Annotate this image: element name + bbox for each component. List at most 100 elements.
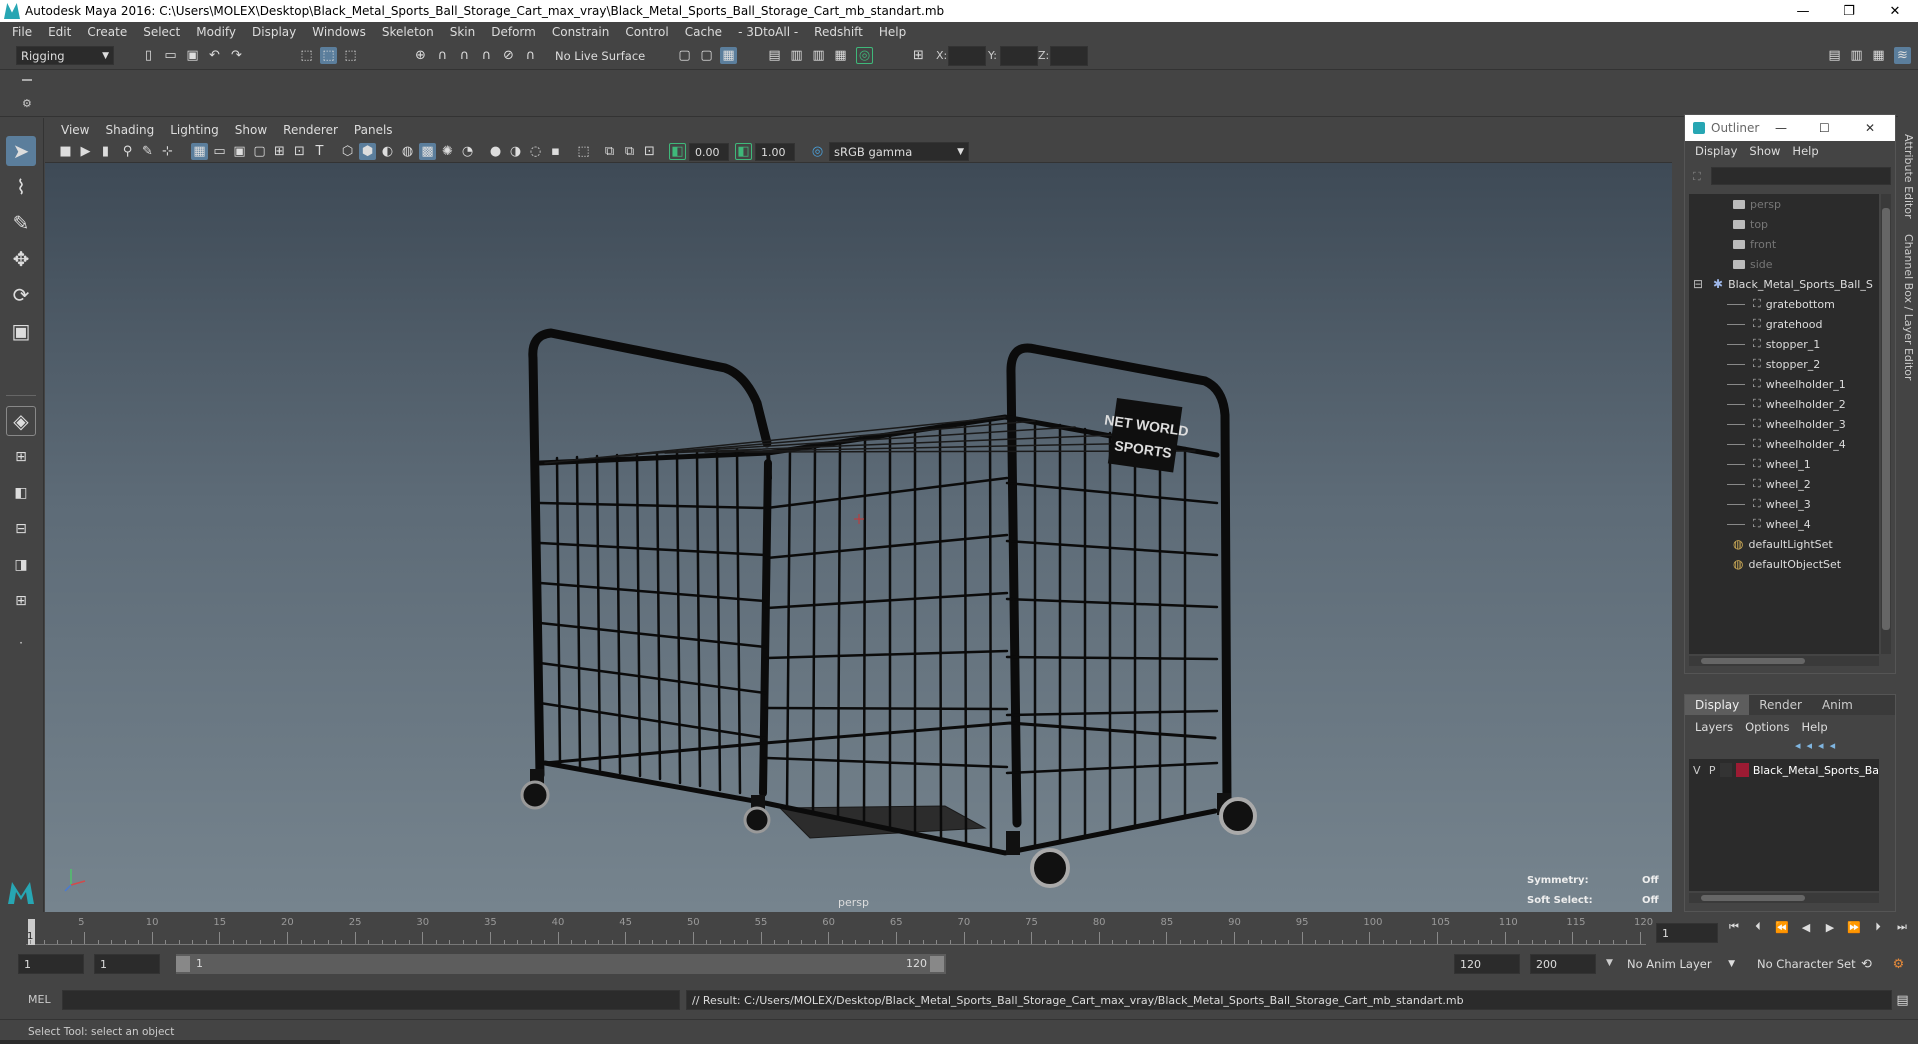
shelf-settings-icon[interactable]: ⚙ bbox=[22, 97, 32, 110]
script-editor-icon[interactable]: ▤ bbox=[1894, 992, 1911, 1009]
smooth-shade-icon[interactable]: ⬢ bbox=[359, 143, 376, 160]
lights-icon[interactable]: ✺ bbox=[439, 143, 456, 160]
select-by-component-icon[interactable]: ⬚ bbox=[342, 47, 359, 64]
chevron-down-icon[interactable]: ▼ bbox=[1606, 958, 1613, 968]
field-chart-icon[interactable]: ⊞ bbox=[271, 143, 288, 160]
outliner-item[interactable]: ⛶ wheel_3 bbox=[1727, 494, 1811, 514]
go-to-end-icon[interactable]: ⏭ bbox=[1894, 920, 1910, 934]
tab-display[interactable]: Display bbox=[1685, 695, 1750, 715]
layer-name[interactable]: Black_Metal_Sports_Ba bbox=[1753, 764, 1879, 777]
outliner-close-button[interactable]: ✕ bbox=[1865, 121, 1875, 135]
select-tool-icon[interactable]: ➤ bbox=[6, 136, 36, 166]
menu-edit[interactable]: Edit bbox=[40, 25, 79, 39]
character-set-dropdown[interactable]: No Character Set bbox=[1752, 954, 1872, 973]
viewport-menu-renderer[interactable]: Renderer bbox=[275, 123, 346, 137]
outliner-item[interactable]: ⛶ gratehood bbox=[1727, 314, 1822, 334]
animation-prefs-icon[interactable]: ⚙ bbox=[1890, 956, 1907, 973]
step-forward-icon[interactable]: ⏵ bbox=[1870, 920, 1886, 934]
textured-icon[interactable]: ▩ bbox=[419, 143, 436, 160]
range-slider[interactable]: 1 120 bbox=[176, 954, 946, 974]
anti-aliasing-icon[interactable]: ◌ bbox=[527, 143, 544, 160]
outliner-item[interactable]: ⛶ stopper_2 bbox=[1727, 354, 1820, 374]
mode-selector[interactable]: Rigging ▼ bbox=[16, 46, 114, 65]
current-frame-field[interactable]: 1 bbox=[1656, 923, 1718, 943]
ipr-render-icon[interactable]: ▥ bbox=[810, 47, 827, 64]
range-end-handle[interactable] bbox=[930, 956, 944, 972]
outliner-item[interactable]: ⛶ wheelholder_1 bbox=[1727, 374, 1846, 394]
construction-history-icon[interactable]: ▦ bbox=[720, 47, 737, 64]
render-view-icon[interactable]: ▤ bbox=[766, 47, 783, 64]
snap-grid-icon[interactable]: ⊕ bbox=[412, 47, 429, 64]
outliner-search-input[interactable] bbox=[1711, 167, 1891, 185]
animation-end-field[interactable]: 200 bbox=[1530, 954, 1596, 974]
film-gate-icon[interactable]: ▭ bbox=[211, 143, 228, 160]
snap-curve-icon[interactable]: ∩ bbox=[434, 47, 451, 64]
output-ops-icon[interactable]: ▢ bbox=[698, 47, 715, 64]
animation-start-field[interactable]: 1 bbox=[18, 954, 84, 974]
snap-live-icon[interactable]: ∩ bbox=[522, 47, 539, 64]
menu-select[interactable]: Select bbox=[135, 25, 188, 39]
outliner-item[interactable]: ⛶ gratebottom bbox=[1727, 294, 1835, 314]
outliner-filter-icon[interactable]: ⛶ bbox=[1693, 170, 1701, 184]
xray-icon[interactable]: ⧉ bbox=[601, 143, 618, 160]
four-view-layout-icon[interactable]: ⊞ bbox=[6, 442, 36, 472]
menu-redshift[interactable]: Redshift bbox=[806, 25, 871, 39]
playback-start-field[interactable]: 1 bbox=[94, 954, 160, 974]
menu-constrain[interactable]: Constrain bbox=[544, 25, 618, 39]
outliner-item[interactable]: ⛶ stopper_1 bbox=[1727, 334, 1820, 354]
menu-help[interactable]: Help bbox=[871, 25, 914, 39]
menu-3dtoall[interactable]: - 3DtoAll - bbox=[730, 25, 806, 39]
new-scene-icon[interactable]: ▯ bbox=[140, 47, 157, 64]
default-material-icon[interactable]: ◐ bbox=[379, 143, 396, 160]
outliner-item[interactable]: ⛶ wheelholder_3 bbox=[1727, 414, 1846, 434]
collapse-icon[interactable]: ⊟ bbox=[1693, 277, 1703, 291]
menu-cache[interactable]: Cache bbox=[677, 25, 730, 39]
gamma-toggle-icon[interactable]: ◧ bbox=[735, 143, 752, 160]
grease-pencil-icon[interactable]: ✎ bbox=[139, 143, 156, 160]
safe-title-icon[interactable]: T bbox=[311, 143, 328, 160]
menu-create[interactable]: Create bbox=[79, 25, 135, 39]
outliner-item[interactable]: top bbox=[1733, 214, 1768, 234]
rotate-tool-icon[interactable]: ⟳ bbox=[6, 280, 36, 310]
outliner-vscrollbar[interactable] bbox=[1881, 194, 1891, 654]
safe-action-icon[interactable]: ⊡ bbox=[291, 143, 308, 160]
command-input[interactable] bbox=[62, 990, 680, 1010]
viewport-menu-shading[interactable]: Shading bbox=[97, 123, 162, 137]
image-plane-icon[interactable]: ▮ bbox=[97, 143, 114, 160]
color-space-dropdown[interactable]: sRGB gamma ▼ bbox=[829, 142, 969, 161]
play-back-icon[interactable]: ◀ bbox=[1798, 920, 1814, 934]
range-start-handle[interactable] bbox=[176, 956, 190, 972]
outliner-vscroll-thumb[interactable] bbox=[1882, 208, 1890, 630]
attribute-editor-tab[interactable]: Attribute Editor bbox=[1902, 134, 1915, 219]
wireframe-on-shaded-icon[interactable]: ◍ bbox=[399, 143, 416, 160]
y-field[interactable] bbox=[1000, 46, 1038, 66]
isolate-select-icon[interactable]: ⬚ bbox=[575, 143, 592, 160]
outliner-item[interactable]: ⊟ ✱ Black_Metal_Sports_Ball_S bbox=[1693, 274, 1873, 294]
save-scene-icon[interactable]: ▣ bbox=[184, 47, 201, 64]
layer-row[interactable]: V P Black_Metal_Sports_Ba bbox=[1689, 761, 1879, 779]
render-frame-icon[interactable]: ▥ bbox=[788, 47, 805, 64]
minimize-button[interactable]: — bbox=[1780, 0, 1826, 22]
paint-select-icon[interactable]: ✎ bbox=[6, 208, 36, 238]
motion-blur-icon[interactable]: ◑ bbox=[507, 143, 524, 160]
outliner-item[interactable]: side bbox=[1733, 254, 1773, 274]
outliner-item[interactable]: persp bbox=[1733, 194, 1781, 214]
move-tool-icon[interactable]: ✥ bbox=[6, 244, 36, 274]
exposure-toggle-icon[interactable]: ◧ bbox=[669, 143, 686, 160]
input-ops-icon[interactable]: ▢ bbox=[676, 47, 693, 64]
tab-anim[interactable]: Anim bbox=[1812, 695, 1863, 715]
menu-deform[interactable]: Deform bbox=[483, 25, 544, 39]
outliner-item[interactable]: ⛶ wheelholder_4 bbox=[1727, 434, 1846, 454]
undo-icon[interactable]: ↶ bbox=[206, 47, 223, 64]
outliner-menu-show[interactable]: Show bbox=[1743, 144, 1786, 158]
play-forward-icon[interactable]: ▶ bbox=[1822, 920, 1838, 934]
z-field[interactable] bbox=[1050, 46, 1088, 66]
attribute-editor-toggle-icon[interactable]: ▥ bbox=[1848, 47, 1865, 64]
lasso-tool-icon[interactable]: ⌇ bbox=[6, 172, 36, 202]
menu-file[interactable]: File bbox=[4, 25, 40, 39]
outliner-menu-display[interactable]: Display bbox=[1689, 144, 1743, 158]
shelf-tabs-icon[interactable] bbox=[22, 79, 32, 81]
camera-bookmark-icon[interactable]: ▶ bbox=[77, 143, 94, 160]
anim-layer-dropdown[interactable]: No Anim Layer ▼ bbox=[1622, 954, 1738, 973]
redo-icon[interactable]: ↷ bbox=[228, 47, 245, 64]
